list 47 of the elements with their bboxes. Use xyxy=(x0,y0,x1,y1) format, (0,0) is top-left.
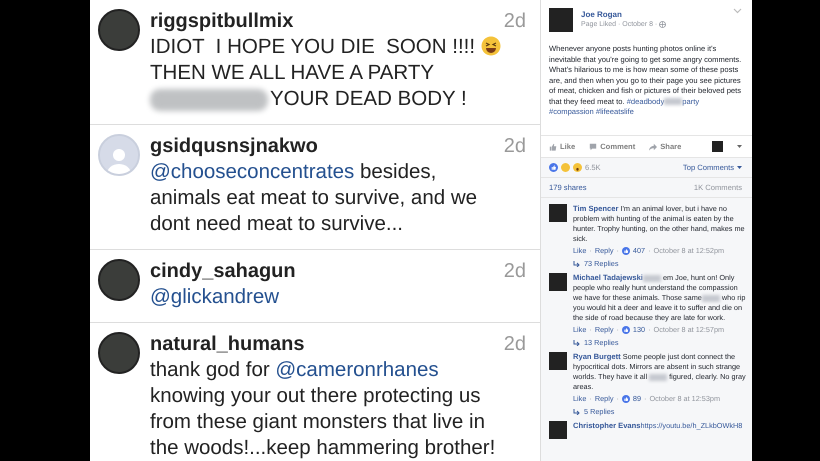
commenter-avatar[interactable] xyxy=(549,421,567,439)
blurred-text xyxy=(649,374,668,381)
comment-text: animals eat meat to survive, and we xyxy=(150,185,478,211)
blurred-text xyxy=(702,294,720,302)
username[interactable]: cindy_sahagun xyxy=(150,258,296,284)
commenter-avatar[interactable] xyxy=(549,273,567,291)
comment-text: knowing your out there protecting us xyxy=(150,383,482,409)
comment-text: dont need meat to survive... xyxy=(150,211,404,237)
username[interactable]: riggspitbullmix xyxy=(150,8,294,34)
comment-text: IDIOT I HOPE YOU DIE SOON !!!! xyxy=(150,34,526,60)
speech-bubble-icon xyxy=(589,142,598,150)
thumbs-up-icon xyxy=(622,246,630,254)
blurred-text xyxy=(664,98,682,105)
laughing-face-icon xyxy=(480,36,501,56)
comment-text: YOUR DEAD BODY ! xyxy=(150,86,526,112)
comment-text: the woods!...keep hammering brother! xyxy=(150,435,496,461)
reply-arrow-icon xyxy=(573,340,580,346)
comment-time: 2d xyxy=(504,9,526,34)
blurred-text xyxy=(642,274,661,282)
caret-icon[interactable] xyxy=(737,166,742,170)
comment-text: thank god for @cameronrhanes xyxy=(150,357,440,383)
share-arrow-icon xyxy=(649,142,658,150)
comment-text: THEN WE ALL HAVE A PARTY xyxy=(150,60,436,86)
thumbs-up-icon xyxy=(622,326,630,334)
thumbs-up-icon xyxy=(549,163,558,172)
page-name[interactable]: Joe Rogan xyxy=(581,10,725,19)
page-avatar[interactable] xyxy=(549,8,573,32)
username[interactable]: natural_humans xyxy=(150,331,304,357)
reply-arrow-icon xyxy=(573,260,580,266)
comment-text: from these giant monsters that live in xyxy=(150,409,486,435)
globe-icon xyxy=(659,21,666,28)
commenter-avatar[interactable] xyxy=(549,204,567,222)
chevron-down-icon[interactable] xyxy=(733,8,742,14)
commenter-avatar[interactable] xyxy=(549,352,567,370)
comment-time: 2d xyxy=(504,332,526,357)
surprised-face-icon xyxy=(573,163,582,172)
thumbs-up-icon xyxy=(549,142,557,150)
comment-text: @chooseconcentrates besides, xyxy=(150,159,438,185)
reply-arrow-icon xyxy=(573,408,580,414)
user-avatar[interactable] xyxy=(712,141,723,152)
thumbs-up-icon xyxy=(622,394,630,402)
caret-icon[interactable] xyxy=(737,144,742,148)
comment-time: 2d xyxy=(504,259,526,284)
comment-time: 2d xyxy=(504,134,526,159)
comment-text: @glickandrew xyxy=(150,284,280,310)
username[interactable]: gsidqusnsjnakwo xyxy=(150,133,318,159)
laughing-face-icon xyxy=(561,163,570,172)
